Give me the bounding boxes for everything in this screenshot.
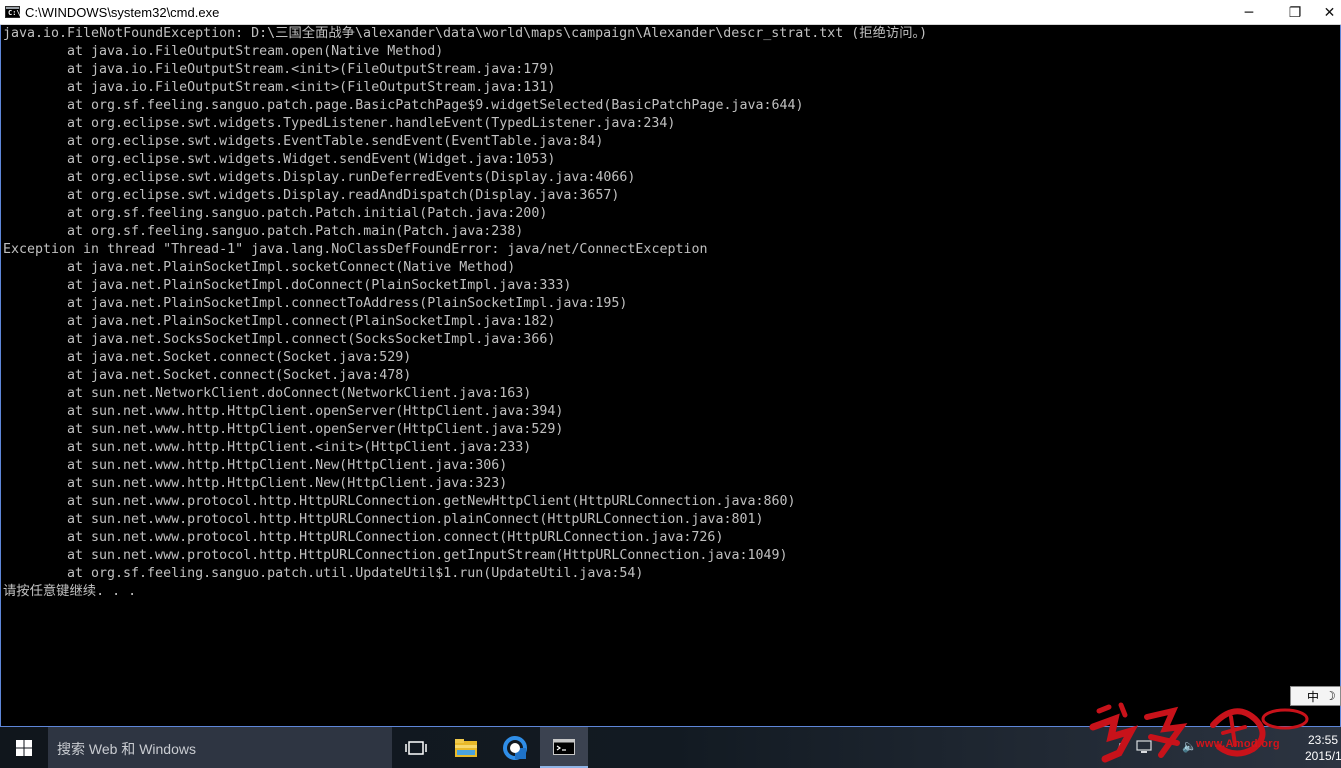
stack-trace-line: at sun.net.www.http.HttpClient.New(HttpC… [67, 458, 508, 473]
cmd-task-button[interactable] [540, 727, 588, 768]
stack-trace-line: at org.sf.feeling.sanguo.patch.Patch.ini… [67, 206, 548, 221]
browser-button[interactable] [491, 727, 539, 768]
title-bar[interactable]: C:\ C:\WINDOWS\system32\cmd.exe ─ ❐ ✕ [0, 0, 1341, 25]
stack-trace-line: at java.net.PlainSocketImpl.connect(Plai… [67, 314, 556, 329]
browser-icon [503, 735, 527, 760]
stack-trace-line: at java.net.PlainSocketImpl.connectToAdd… [67, 296, 628, 311]
start-button[interactable] [0, 727, 48, 768]
stack-trace-line: at org.eclipse.swt.widgets.Widget.sendEv… [67, 152, 556, 167]
clock-date[interactable]: 2015/1/0 [1305, 749, 1341, 763]
window-title: C:\WINDOWS\system32\cmd.exe [25, 5, 220, 20]
stack-trace-line: at sun.net.www.protocol.http.HttpURLConn… [67, 530, 724, 545]
search-box[interactable]: 搜索 Web 和 Windows [48, 727, 392, 768]
stack-trace-line: at org.eclipse.swt.widgets.EventTable.se… [67, 134, 604, 149]
stack-trace-line: at java.io.FileOutputStream.<init>(FileO… [67, 62, 556, 77]
stack-trace-line: at sun.net.www.http.HttpClient.openServe… [67, 422, 564, 437]
close-button[interactable]: ✕ [1318, 0, 1341, 25]
stack-trace-line: at java.net.Socket.connect(Socket.java:4… [67, 368, 412, 383]
task-view-button[interactable] [392, 727, 440, 768]
windows-start-icon [16, 739, 32, 756]
ime-indicator[interactable]: 中 ☽ [1290, 686, 1341, 706]
volume-icon[interactable]: 🔈 [1182, 739, 1197, 753]
console-icon[interactable]: C:\ [5, 6, 21, 18]
stack-trace-line: at java.net.PlainSocketImpl.doConnect(Pl… [67, 278, 572, 293]
moon-icon: ☽ [1325, 689, 1336, 703]
tray-expand-icon[interactable]: ∧ [1116, 739, 1125, 753]
stack-trace-line: at sun.net.www.http.HttpClient.<init>(Ht… [67, 440, 532, 455]
console-line: Exception in thread "Thread-1" java.lang… [3, 242, 708, 257]
console-output[interactable]: java.io.FileNotFoundException: D:\三国全面战争… [0, 25, 1341, 727]
file-explorer-button[interactable] [442, 727, 490, 768]
watermark-url: www.Amod.org [1196, 738, 1280, 750]
stack-trace-line: at sun.net.www.protocol.http.HttpURLConn… [67, 548, 788, 563]
stack-trace-line: at sun.net.www.http.HttpClient.New(HttpC… [67, 476, 508, 491]
stack-trace-line: at java.net.SocksSocketImpl.connect(Sock… [67, 332, 556, 347]
stack-trace-line: at sun.net.www.protocol.http.HttpURLConn… [67, 512, 764, 527]
minimize-button[interactable]: ─ [1226, 0, 1272, 25]
maximize-button[interactable]: ❐ [1272, 0, 1318, 25]
stack-trace-line: at org.sf.feeling.sanguo.patch.util.Upda… [67, 566, 644, 581]
stack-trace-line: at java.net.Socket.connect(Socket.java:5… [67, 350, 412, 365]
console-line: 请按任意键继续. . . [3, 584, 137, 599]
clock-time[interactable]: 23:55 [1308, 733, 1338, 747]
stack-trace-line: at org.sf.feeling.sanguo.patch.page.Basi… [67, 98, 804, 113]
stack-trace-line: at sun.net.www.http.HttpClient.openServe… [67, 404, 564, 419]
cmd-icon [553, 738, 575, 755]
stack-trace-line: at java.io.FileOutputStream.<init>(FileO… [67, 80, 556, 95]
file-explorer-icon [455, 738, 477, 757]
stack-trace-line: at org.eclipse.swt.widgets.TypedListener… [67, 116, 676, 131]
taskbar: 搜索 Web 和 Windows ∧ 🔈 23:55 2015/1 [0, 727, 1341, 768]
network-icon[interactable] [1136, 740, 1152, 754]
stack-trace-line: at java.io.FileOutputStream.open(Native … [67, 44, 444, 59]
cmd-window: C:\ C:\WINDOWS\system32\cmd.exe ─ ❐ ✕ ja… [0, 0, 1341, 727]
stack-trace-line: at java.net.PlainSocketImpl.socketConnec… [67, 260, 516, 275]
search-placeholder: 搜索 Web 和 Windows [57, 741, 196, 757]
console-lines: java.io.FileNotFoundException: D:\三国全面战争… [3, 25, 927, 601]
task-view-icon [405, 740, 427, 755]
stack-trace-line: at sun.net.NetworkClient.doConnect(Netwo… [67, 386, 532, 401]
stack-trace-line: at org.eclipse.swt.widgets.Display.runDe… [67, 170, 636, 185]
stack-trace-line: at org.sf.feeling.sanguo.patch.Patch.mai… [67, 224, 524, 239]
stack-trace-line: at sun.net.www.protocol.http.HttpURLConn… [67, 494, 796, 509]
console-line: java.io.FileNotFoundException: D:\三国全面战争… [3, 26, 928, 41]
stack-trace-line: at org.eclipse.swt.widgets.Display.readA… [67, 188, 620, 203]
ime-mode: 中 [1307, 689, 1320, 704]
